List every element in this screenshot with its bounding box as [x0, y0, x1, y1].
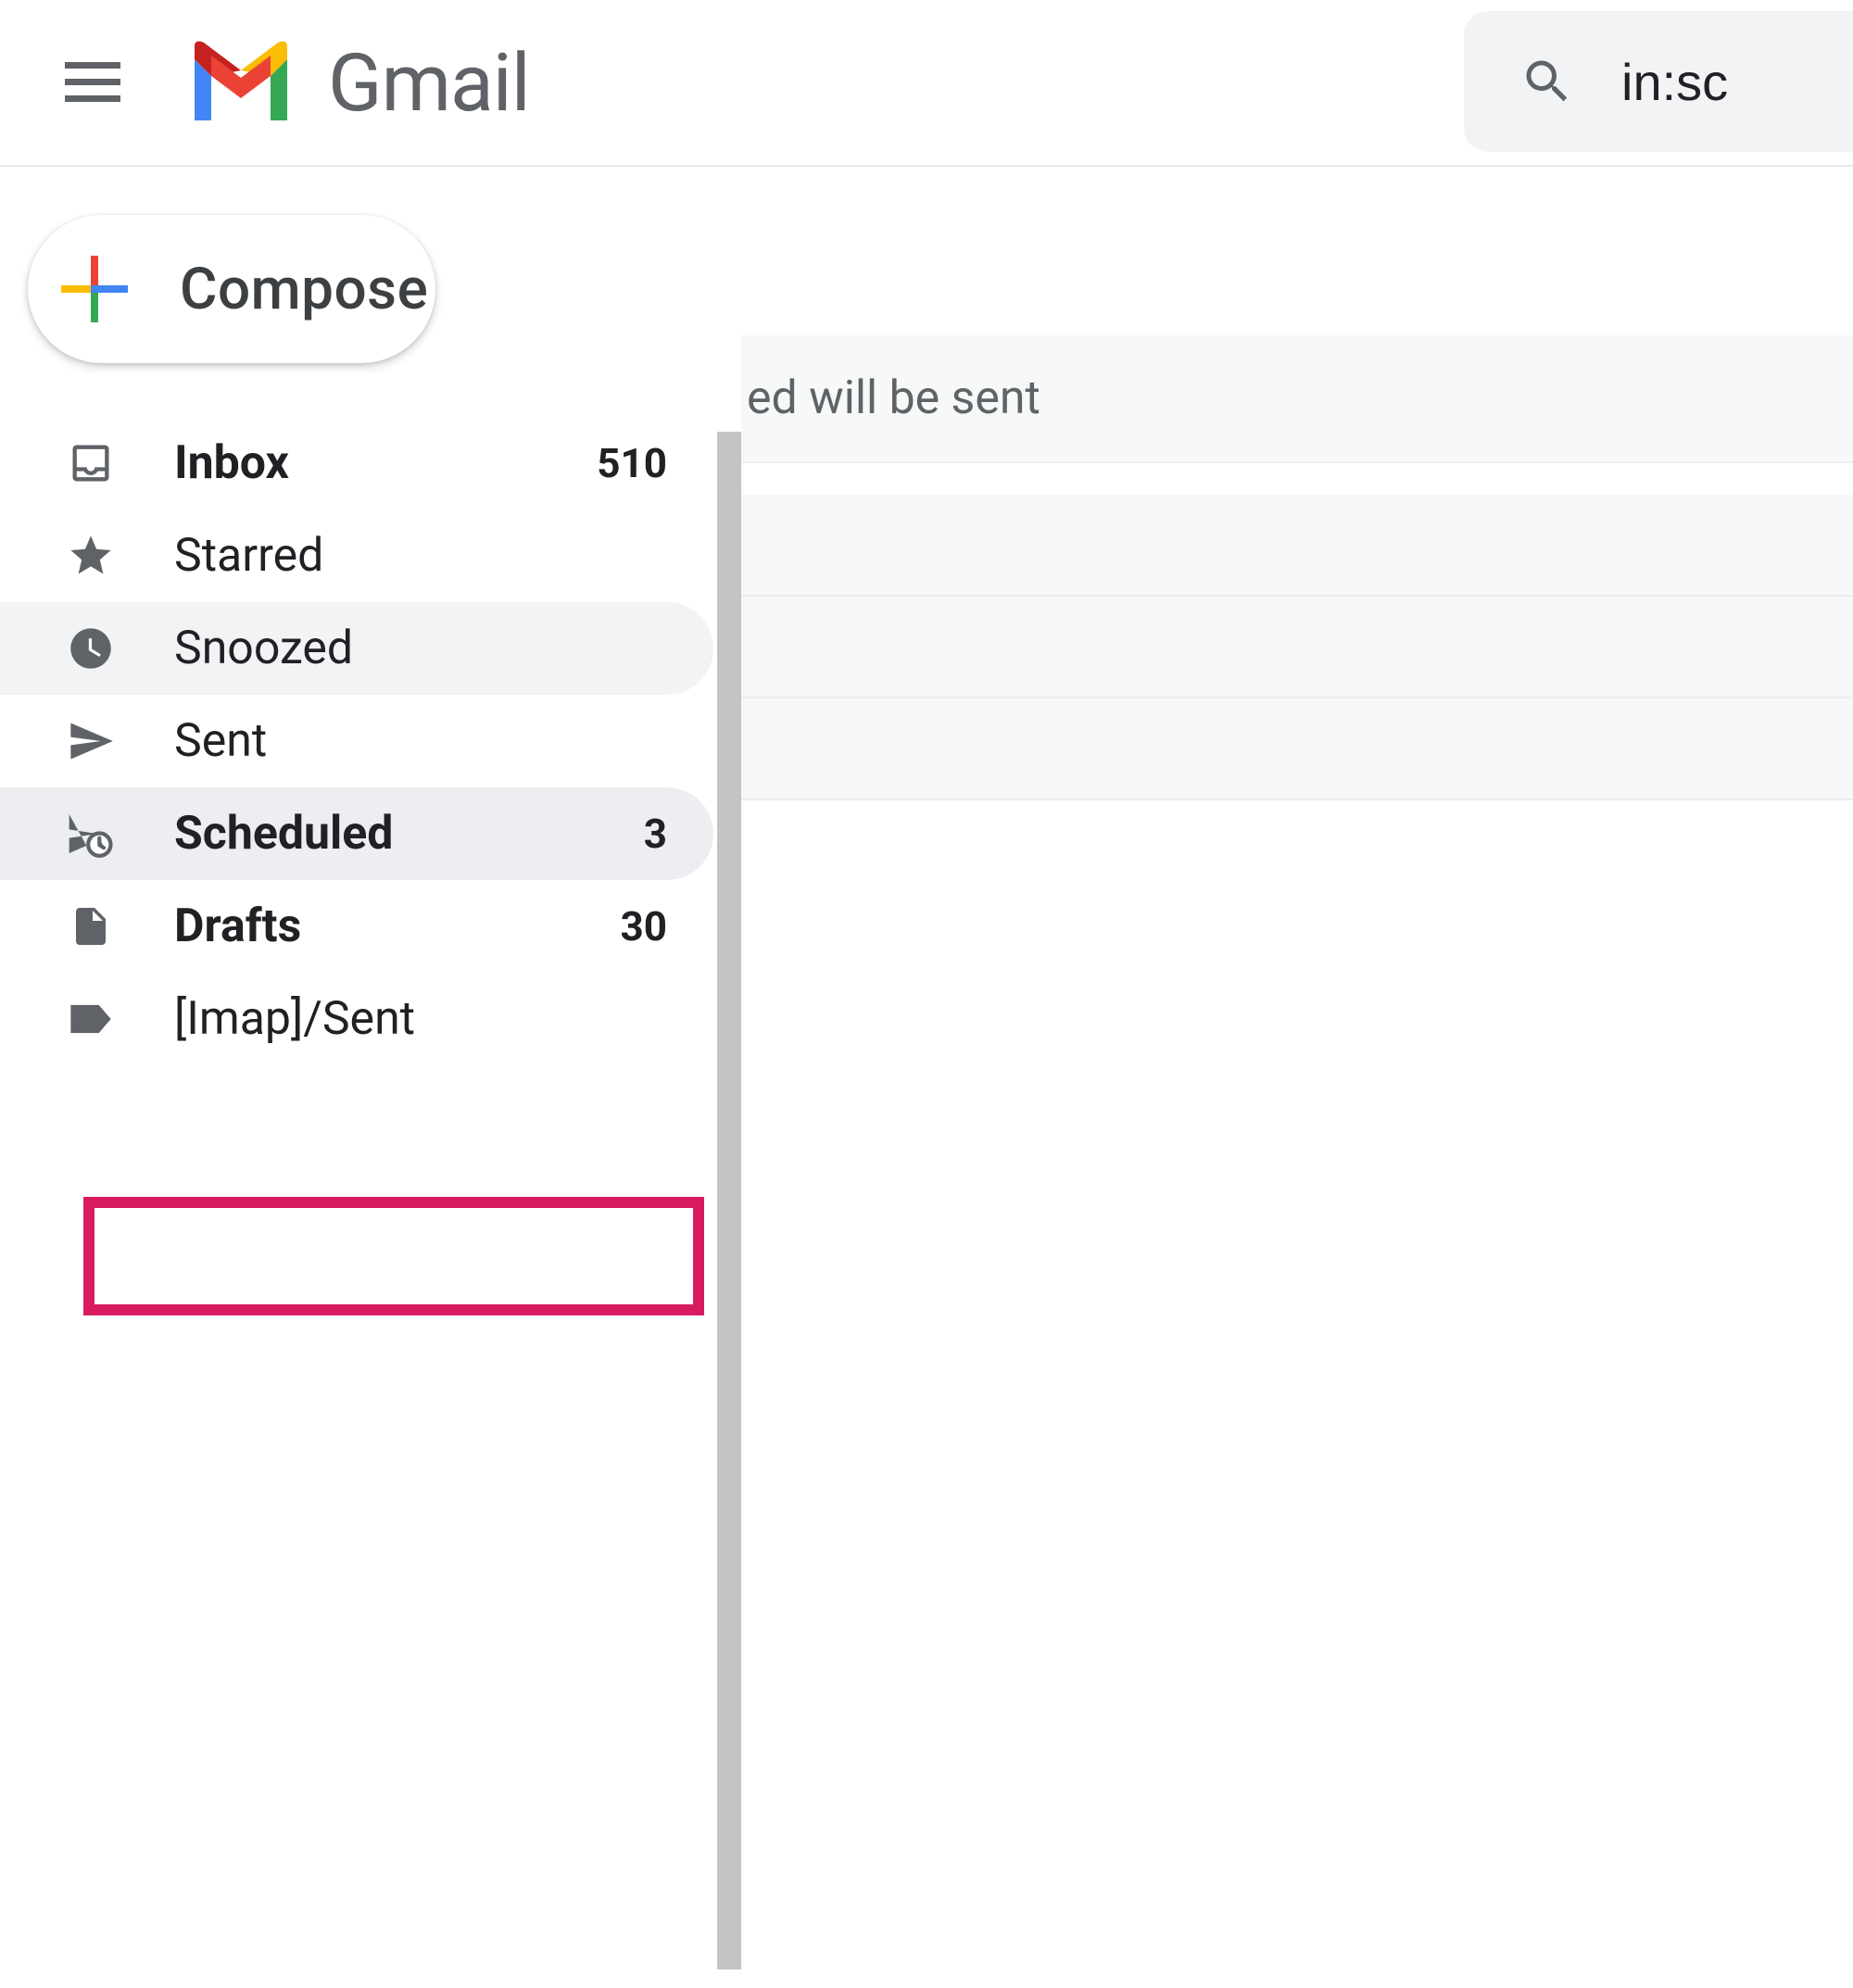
sidebar-item-snoozed[interactable]: Snoozed [0, 602, 713, 695]
sidebar-nav: Inbox 510 Starred Snoozed Sent [0, 417, 713, 1065]
sidebar-item-drafts[interactable]: Drafts 30 [0, 880, 713, 973]
gmail-wordmark: Gmail [328, 36, 530, 130]
compose-label: Compose [180, 256, 428, 323]
sidebar-item-label: Sent [174, 714, 667, 768]
clock-icon [65, 623, 117, 674]
gmail-m-icon [185, 39, 296, 127]
sidebar-item-label: Snoozed [174, 622, 667, 675]
search-bar[interactable] [1464, 11, 1853, 152]
plus-icon [61, 256, 128, 322]
main-content-area: ed will be sent [741, 169, 1853, 1988]
mail-row[interactable] [741, 597, 1853, 698]
sidebar-item-label: Inbox [174, 436, 597, 490]
file-icon [65, 900, 117, 952]
hamburger-icon [65, 62, 120, 103]
mail-row[interactable] [741, 698, 1853, 800]
sidebar-item-label: Starred [174, 529, 667, 583]
compose-button[interactable]: Compose [28, 215, 435, 363]
send-icon [65, 715, 117, 767]
main-menu-button[interactable] [56, 45, 130, 120]
sidebar-item-label: [Imap]/Sent [174, 992, 667, 1046]
sidebar-item-imap-sent[interactable]: [Imap]/Sent [0, 973, 713, 1065]
banner-text: ed will be sent [747, 371, 1040, 425]
annotation-highlight-box [83, 1197, 704, 1315]
sidebar-item-count: 30 [621, 902, 668, 950]
scheduled-banner: ed will be sent [741, 335, 1853, 463]
sidebar-item-count: 3 [644, 810, 667, 858]
sidebar-item-inbox[interactable]: Inbox 510 [0, 417, 713, 510]
sidebar-item-label: Scheduled [174, 807, 644, 861]
sidebar-item-label: Drafts [174, 900, 621, 953]
sidebar-scrollbar[interactable] [717, 432, 741, 1969]
search-input[interactable] [1621, 52, 1807, 112]
sidebar-item-scheduled[interactable]: Scheduled 3 [0, 787, 713, 880]
sidebar-item-count: 510 [597, 439, 667, 487]
star-icon [65, 530, 117, 582]
sidebar-item-starred[interactable]: Starred [0, 510, 713, 602]
label-icon [65, 993, 117, 1045]
gmail-logo[interactable]: Gmail [185, 36, 530, 130]
search-icon [1519, 54, 1575, 109]
schedule-send-icon [65, 808, 117, 860]
mail-row[interactable] [741, 495, 1853, 597]
sidebar-item-sent[interactable]: Sent [0, 695, 713, 787]
inbox-icon [65, 437, 117, 489]
